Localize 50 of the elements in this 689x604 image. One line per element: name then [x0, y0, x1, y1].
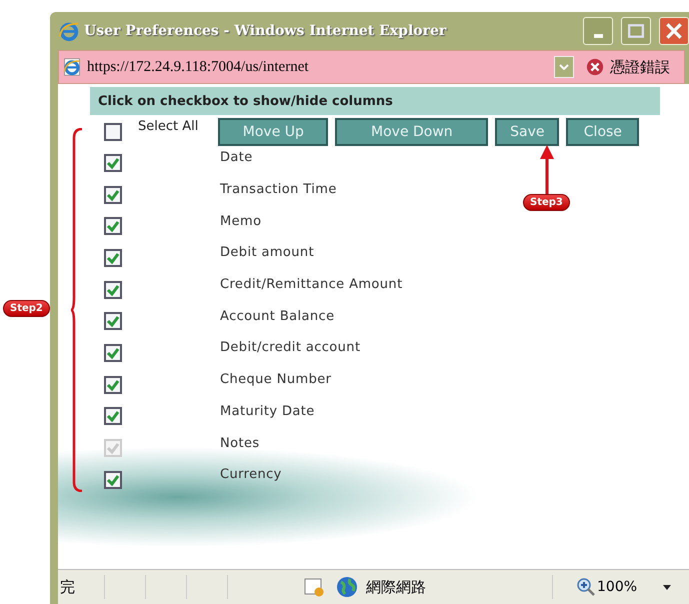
caret-icon[interactable] [663, 584, 672, 590]
column-label: Credit/Remittance Amount [220, 277, 403, 292]
window-title: User Preferences - Windows Internet Explorer [84, 23, 448, 39]
checkbox[interactable] [104, 376, 122, 394]
checkbox[interactable] [104, 217, 122, 236]
checkbox[interactable] [104, 280, 122, 299]
checkbox[interactable] [104, 186, 122, 204]
close-icon [666, 23, 682, 39]
step-badge: Step2 [3, 300, 50, 317]
action-button[interactable]: Close [566, 118, 640, 146]
close-button[interactable] [659, 17, 689, 45]
column-label: Transaction Time [220, 182, 337, 198]
column-label: Debit amount [220, 245, 314, 260]
zone-text: 網際網路 [366, 578, 427, 596]
warning-page-icon[interactable] [304, 577, 324, 597]
checkbox[interactable] [104, 470, 122, 489]
chevron-icon [559, 64, 569, 70]
column-label: Account Balance [220, 308, 334, 324]
zoom-icon[interactable] [577, 578, 595, 596]
checkbox[interactable] [104, 248, 122, 267]
minimize-button[interactable] [583, 17, 613, 45]
page-icon [63, 58, 81, 76]
maximize-icon [628, 24, 644, 38]
arrow-drawing [540, 145, 554, 195]
column-label: Notes [220, 436, 260, 451]
column-label: Cheque Number [220, 372, 332, 388]
url-text: https://172.24.9.118:7004/us/internet [87, 58, 310, 76]
action-button[interactable]: Save [495, 118, 560, 146]
instruction-bar: Click on checkbox to show/hide columns [90, 87, 660, 115]
action-button[interactable]: Move Down [335, 118, 488, 146]
zoom-level[interactable]: 100% [597, 579, 638, 595]
error-icon [586, 58, 604, 76]
action-button[interactable]: Move Up [218, 118, 328, 146]
minimize-icon [594, 34, 602, 38]
select-all-label: Select All [138, 119, 198, 134]
column-label: Debit/credit account [220, 340, 360, 356]
status-text: 完 [59, 576, 76, 598]
step-badge: Step3 [523, 194, 570, 211]
checkbox[interactable] [104, 407, 122, 426]
checkbox[interactable] [104, 122, 122, 140]
browser-logo-icon [58, 20, 80, 42]
checkbox[interactable] [104, 154, 122, 172]
column-label: Date [220, 150, 253, 166]
column-label: Currency [220, 467, 282, 482]
globe-icon [336, 576, 358, 598]
checkbox[interactable] [104, 344, 122, 362]
column-label: Maturity Date [220, 404, 315, 419]
certificate-error-link[interactable]: 憑證錯誤 [610, 58, 670, 76]
checkbox[interactable] [104, 312, 122, 330]
column-label: Memo [220, 214, 262, 229]
